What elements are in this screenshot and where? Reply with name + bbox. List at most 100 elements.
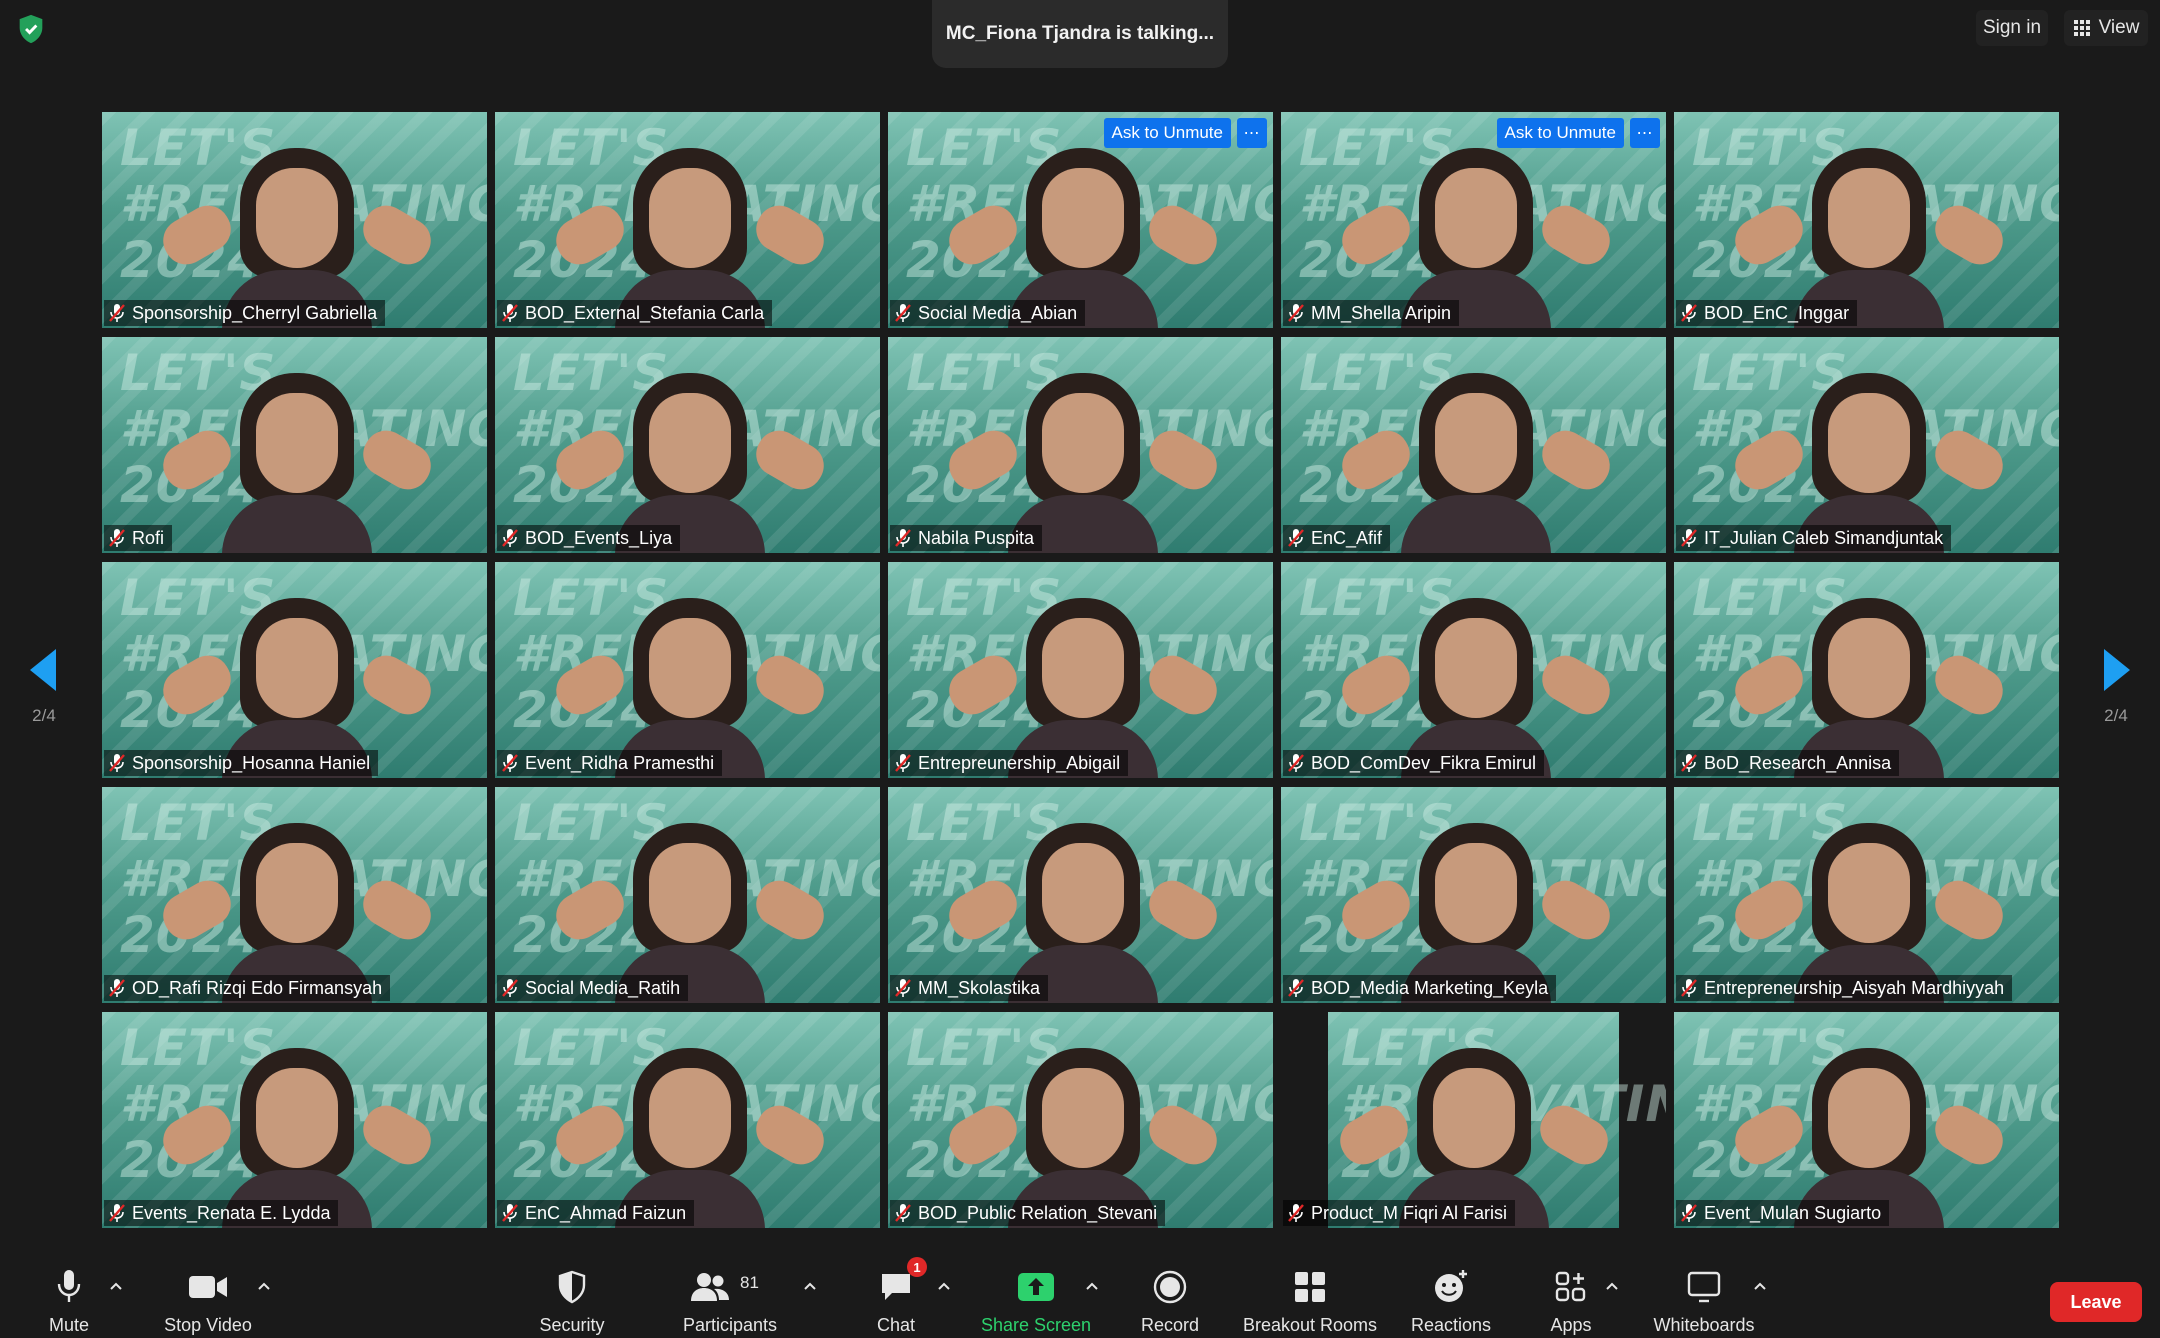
participant-name: BOD_EnC_Inggar: [1704, 302, 1850, 323]
reactions-smiley-icon: [1435, 1270, 1467, 1302]
whiteboards-label: Whiteboards: [1653, 1315, 1755, 1335]
participant-nameplate: Nabila Puspita: [890, 525, 1043, 551]
participant-video-tile[interactable]: LET'S #RELEVATING SRE ITB 2024Nabila Pus…: [888, 337, 1273, 553]
muted-mic-icon: [895, 529, 911, 547]
stop-video-button[interactable]: Stop Video: [158, 1246, 258, 1338]
apps-button[interactable]: Apps: [1546, 1246, 1596, 1338]
breakout-rooms-label: Breakout Rooms: [1242, 1315, 1378, 1335]
apps-label: Apps: [1550, 1315, 1592, 1335]
participant-video-tile[interactable]: LET'S #RELEVATING SRE ITB 2024Social Med…: [888, 112, 1273, 328]
top-bar: MC_Fiona Tjandra is talking... Sign in V…: [0, 0, 2160, 90]
muted-mic-icon: [109, 304, 125, 322]
security-shield-icon[interactable]: [14, 12, 48, 46]
muted-mic-icon: [109, 754, 125, 772]
view-button[interactable]: View: [2064, 10, 2148, 46]
microphone-icon: [57, 1270, 81, 1302]
participant-nameplate: EnC_Afif: [1283, 525, 1391, 551]
participant-video-tile[interactable]: LET'S #RELEVATING SRE ITB 2024OD_Rafi Ri…: [102, 787, 487, 1003]
record-label: Record: [1140, 1315, 1200, 1335]
participants-icon: [691, 1273, 729, 1301]
participants-count: 81: [740, 1273, 759, 1292]
next-page-arrow-icon[interactable]: [2096, 645, 2136, 695]
participant-video-tile[interactable]: LET'S #RELEVATING SRE ITB 2024BoD_Resear…: [1674, 562, 2059, 778]
participant-video-tile[interactable]: LET'S #RELEVATING SRE ITB 2024EnC_Ahmad …: [495, 1012, 880, 1228]
reactions-label: Reactions: [1410, 1315, 1492, 1335]
muted-mic-icon: [502, 1204, 518, 1222]
participant-name: BOD_Public Relation_Stevani: [918, 1202, 1158, 1223]
apps-options-chevron-icon[interactable]: [1602, 1276, 1622, 1296]
page-indicator-left: 2/4: [32, 706, 56, 725]
participant-name: BoD_Research_Annisa: [1704, 752, 1892, 773]
participant-video-tile[interactable]: LET'S #RELEVATING SRE ITB 2024Entreprene…: [1674, 787, 2059, 1003]
mute-button[interactable]: Mute: [40, 1246, 98, 1338]
participant-video-tile[interactable]: LET'S #RELEVATING SRE ITB 2024Product_M …: [1281, 1012, 1666, 1228]
participant-name: Sponsorship_Hosanna Haniel: [132, 752, 371, 773]
previous-page-arrow-icon[interactable]: [24, 645, 64, 695]
participant-nameplate: EnC_Ahmad Faizun: [497, 1200, 695, 1226]
muted-mic-icon: [895, 754, 911, 772]
page-indicator-right: 2/4: [2104, 706, 2128, 725]
participant-name: Event_Ridha Pramesthi: [525, 752, 715, 773]
apps-icon: [1555, 1271, 1586, 1302]
chat-unread-badge: 1: [907, 1257, 927, 1277]
record-icon: [1153, 1270, 1187, 1304]
participant-video-tile[interactable]: LET'S #RELEVATING SRE ITB 2024Social Med…: [495, 787, 880, 1003]
participant-name: BOD_Media Marketing_Keyla: [1311, 977, 1549, 998]
muted-mic-icon: [1288, 1204, 1304, 1222]
breakout-rooms-button[interactable]: Breakout Rooms: [1240, 1246, 1380, 1338]
participants-options-chevron-icon[interactable]: [800, 1276, 820, 1296]
participant-video-tile[interactable]: LET'S #RELEVATING SRE ITB 2024BOD_Public…: [888, 1012, 1273, 1228]
ask-to-unmute-button[interactable]: Ask to Unmute: [1103, 118, 1231, 148]
security-button[interactable]: Security: [532, 1246, 612, 1338]
participant-video-tile[interactable]: LET'S #RELEVATING SRE ITB 2024Events_Ren…: [102, 1012, 487, 1228]
participant-nameplate: MM_Skolastika: [890, 975, 1049, 1001]
participant-name: Sponsorship_Cherryl Gabriella: [132, 302, 378, 323]
whiteboards-options-chevron-icon[interactable]: [1750, 1276, 1770, 1296]
active-speaker-banner: MC_Fiona Tjandra is talking...: [932, 0, 1228, 68]
participant-name: Entrepreneurship_Aisyah Mardhiyyah: [1704, 977, 2005, 998]
participant-video-tile[interactable]: LET'S #RELEVATING SRE ITB 2024Event_Mula…: [1674, 1012, 2059, 1228]
participant-video-tile[interactable]: LET'S #RELEVATING SRE ITB 2024BOD_Events…: [495, 337, 880, 553]
share-options-chevron-icon[interactable]: [1082, 1276, 1102, 1296]
participant-video-tile[interactable]: LET'S #RELEVATING SRE ITB 2024EnC_Afif: [1281, 337, 1666, 553]
participant-video-tile[interactable]: LET'S #RELEVATING SRE ITB 2024Event_Ridh…: [495, 562, 880, 778]
video-options-chevron-icon[interactable]: [254, 1276, 274, 1296]
participant-video-tile[interactable]: LET'S #RELEVATING SRE ITB 2024Sponsorshi…: [102, 112, 487, 328]
participant-nameplate: Rofi: [104, 525, 173, 551]
view-label: View: [2098, 17, 2140, 38]
ask-to-unmute-button[interactable]: Ask to Unmute: [1496, 118, 1624, 148]
meeting-toolbar: Mute Stop Video Security 81 Participants…: [0, 1246, 2160, 1338]
participant-video-tile[interactable]: LET'S #RELEVATING SRE ITB 2024BOD_Extern…: [495, 112, 880, 328]
tile-action-group: Ask to Unmute ⋯: [1103, 118, 1267, 148]
participant-nameplate: IT_Julian Caleb Simandjuntak: [1676, 525, 1952, 551]
muted-mic-icon: [895, 304, 911, 322]
participant-video-tile[interactable]: LET'S #RELEVATING SRE ITB 2024BOD_EnC_In…: [1674, 112, 2059, 328]
muted-mic-icon: [895, 1204, 911, 1222]
participant-name: BOD_External_Stefania Carla: [525, 302, 765, 323]
participant-video-tile[interactable]: LET'S #RELEVATING SRE ITB 2024Entrepreun…: [888, 562, 1273, 778]
chat-options-chevron-icon[interactable]: [934, 1276, 954, 1296]
participant-video-tile[interactable]: LET'S #RELEVATING SRE ITB 2024Rofi: [102, 337, 487, 553]
whiteboards-button[interactable]: Whiteboards: [1650, 1246, 1758, 1338]
participant-nameplate: Social Media_Abian: [890, 300, 1086, 326]
participant-nameplate: Entrepreneurship_Aisyah Mardhiyyah: [1676, 975, 2013, 1001]
whiteboard-icon: [1687, 1271, 1721, 1303]
more-options-icon[interactable]: ⋯: [1630, 118, 1660, 148]
muted-mic-icon: [502, 754, 518, 772]
participant-video-tile[interactable]: LET'S #RELEVATING SRE ITB 2024MM_Skolast…: [888, 787, 1273, 1003]
participant-video-tile[interactable]: LET'S #RELEVATING SRE ITB 2024BOD_Media …: [1281, 787, 1666, 1003]
leave-meeting-button[interactable]: Leave: [2050, 1282, 2142, 1322]
reactions-button[interactable]: Reactions: [1406, 1246, 1496, 1338]
participant-video-tile[interactable]: LET'S #RELEVATING SRE ITB 2024BOD_ComDev…: [1281, 562, 1666, 778]
participant-video-tile[interactable]: LET'S #RELEVATING SRE ITB 2024MM_Shella …: [1281, 112, 1666, 328]
participant-nameplate: Sponsorship_Cherryl Gabriella: [104, 300, 386, 326]
participants-button[interactable]: 81 Participants: [678, 1246, 782, 1338]
share-screen-button[interactable]: Share Screen: [980, 1246, 1092, 1338]
participant-video-tile[interactable]: LET'S #RELEVATING SRE ITB 2024Sponsorshi…: [102, 562, 487, 778]
sign-in-button[interactable]: Sign in: [1976, 10, 2048, 46]
chat-button[interactable]: 1 Chat: [868, 1246, 927, 1338]
participant-video-tile[interactable]: LET'S #RELEVATING SRE ITB 2024IT_Julian …: [1674, 337, 2059, 553]
audio-options-chevron-icon[interactable]: [106, 1276, 126, 1296]
more-options-icon[interactable]: ⋯: [1237, 118, 1267, 148]
record-button[interactable]: Record: [1134, 1246, 1206, 1338]
